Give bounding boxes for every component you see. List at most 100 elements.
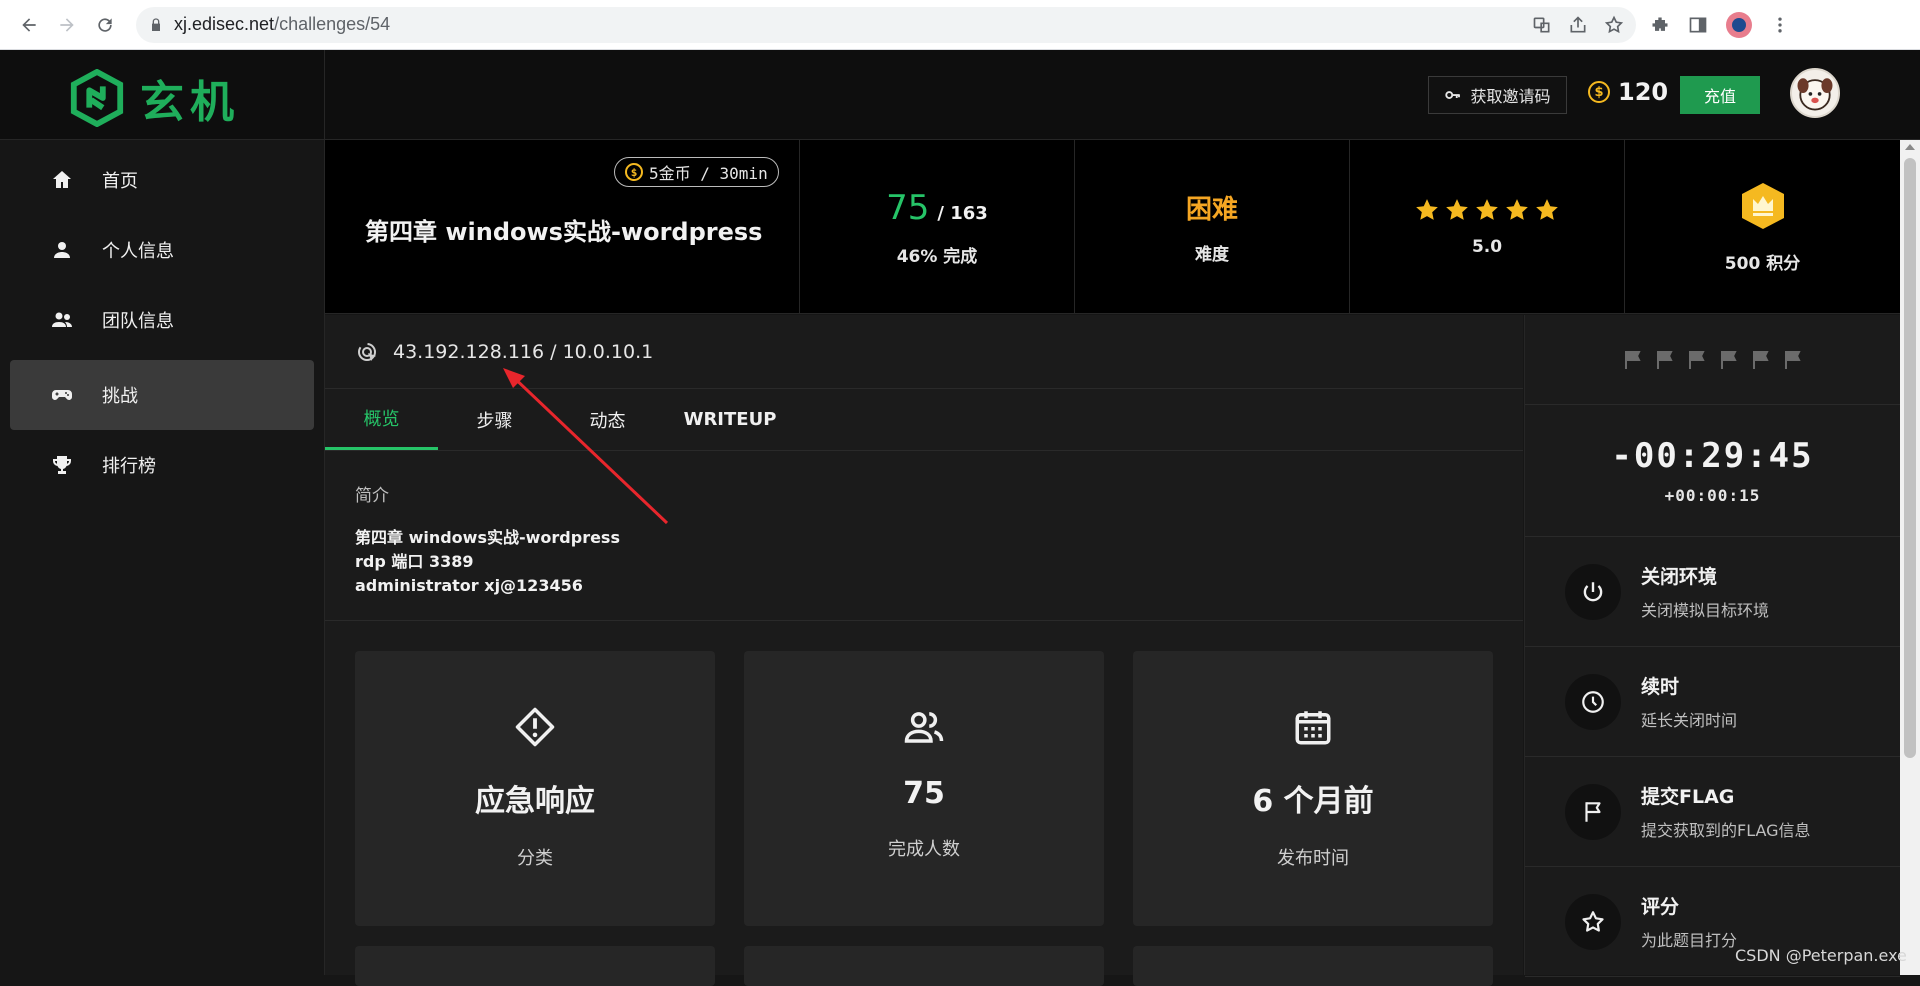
- rating-value: 5.0: [1471, 237, 1503, 257]
- difficulty-value: 困难: [1185, 195, 1238, 225]
- points-label: 500 积分: [1724, 253, 1801, 274]
- action-desc: 提交获取到的FLAG信息: [1641, 821, 1811, 840]
- extend-time-button[interactable]: [1565, 673, 1621, 730]
- sidebar-item-challenges[interactable]: 挑战: [10, 360, 314, 430]
- stat-cards: 应急响应 分类 75 完成人数 6 个月前 发布时间: [325, 621, 1523, 986]
- diamond-alert-icon: [515, 707, 555, 747]
- difficulty-cell: 困难 难度: [1075, 140, 1350, 314]
- group-icon: [52, 312, 72, 327]
- user-avatar[interactable]: [1790, 68, 1840, 118]
- coin-icon: $: [625, 163, 643, 181]
- intro-label: 简介: [355, 486, 389, 506]
- power-icon: [1583, 581, 1603, 601]
- sidebar-item-team[interactable]: 团队信息: [10, 285, 314, 355]
- calendar-icon: [1295, 711, 1331, 745]
- action-desc: 延长关闭时间: [1641, 711, 1738, 730]
- published-label: 发布时间: [1277, 848, 1349, 869]
- target-pointer-icon: [358, 342, 376, 361]
- intro-line: 第四章 windows实战-wordpress: [355, 528, 620, 547]
- trophy-icon: [52, 456, 72, 474]
- submit-flag-button[interactable]: [1565, 783, 1621, 840]
- solved-count: 75: [886, 187, 930, 228]
- power-button[interactable]: [1565, 563, 1621, 620]
- logo-text: 玄机: [140, 77, 240, 128]
- progress-cell: 75 / 163 46% 完成: [800, 140, 1075, 314]
- profile-avatar[interactable]: [1726, 11, 1752, 38]
- forward-button[interactable]: [52, 10, 82, 40]
- rating-cell: 5.0: [1350, 140, 1625, 314]
- action-title: 关闭环境: [1641, 566, 1718, 588]
- published-value: 6 个月前: [1252, 784, 1374, 819]
- star-icon: [1536, 199, 1558, 220]
- tab-activity[interactable]: 动态: [551, 389, 664, 450]
- star-icon: [1416, 199, 1438, 220]
- card-stub: [744, 946, 1104, 986]
- sidebar-item-label: 排行榜: [102, 456, 156, 477]
- cartoon-avatar-icon: [1797, 78, 1833, 111]
- target-ip[interactable]: 43.192.128.116 / 10.0.10.1: [393, 341, 653, 363]
- side-panel-icon[interactable]: [1688, 15, 1708, 35]
- action-title: 续时: [1641, 676, 1680, 698]
- arrow-right-icon: [60, 17, 74, 32]
- arrow-left-icon: [22, 17, 36, 32]
- timer-remaining: -00:29:45: [1611, 436, 1814, 476]
- target-ip-row: 43.192.128.116 / 10.0.10.1: [325, 315, 1523, 389]
- users-icon: [904, 712, 944, 743]
- challenge-summary: $ 5金币 / 30min 第四章 windows实战-wordpress 75…: [325, 140, 1900, 314]
- submit-flag-action[interactable]: 提交FLAG 提交获取到的FLAG信息: [1525, 757, 1900, 867]
- flag-icon: [1752, 350, 1769, 369]
- lock-icon: [152, 17, 160, 31]
- url-path: /challenges/54: [274, 14, 391, 34]
- menu-dots-icon[interactable]: [1770, 15, 1790, 35]
- flag-icon: [1624, 350, 1641, 369]
- extensions-icon[interactable]: [1650, 15, 1670, 35]
- star-outline-icon: [1582, 910, 1604, 932]
- category-card: 应急响应 分类: [355, 651, 715, 926]
- reload-icon: [98, 17, 112, 32]
- crown-badge-icon: [1741, 182, 1784, 229]
- close-environment-action[interactable]: 关闭环境 关闭模拟目标环境: [1525, 537, 1900, 647]
- address-bar[interactable]: xj.edisec.net/challenges/54: [136, 6, 1636, 43]
- share-icon[interactable]: [1568, 15, 1588, 35]
- recharge-button[interactable]: 充值: [1680, 76, 1760, 114]
- scroll-thumb[interactable]: [1904, 158, 1916, 758]
- url-text: xj.edisec.net/challenges/54: [174, 14, 390, 35]
- scroll-up-arrow[interactable]: [1905, 144, 1915, 150]
- sidebar-item-label: 个人信息: [102, 241, 174, 262]
- person-icon: [54, 242, 70, 258]
- points-cell: 500 积分: [1625, 140, 1900, 314]
- intro-line: administrator xj@123456: [355, 576, 583, 595]
- sidebar-item-leaderboard[interactable]: 排行榜: [10, 430, 314, 500]
- tab-steps[interactable]: 步骤: [438, 389, 551, 450]
- star-icon: [1506, 199, 1528, 220]
- coin-icon: $: [1588, 81, 1610, 103]
- cost-text: 5金币 / 30min: [649, 164, 768, 183]
- progress-label: 46% 完成: [896, 246, 978, 267]
- card-stub: [1133, 946, 1493, 986]
- logo-icon: [70, 69, 124, 127]
- page-scrollbar[interactable]: [1900, 140, 1920, 975]
- clock-icon: [1582, 690, 1604, 713]
- coin-balance: $ 120: [1588, 78, 1668, 106]
- sidebar-item-home[interactable]: 首页: [10, 145, 314, 215]
- reload-button[interactable]: [90, 10, 120, 40]
- tab-overview[interactable]: 概览: [325, 389, 438, 450]
- flag-icon: [1656, 350, 1673, 369]
- card-stub: [355, 946, 715, 986]
- star-icon: [1476, 199, 1498, 220]
- tab-writeup[interactable]: WRITEUP: [664, 389, 796, 450]
- extend-time-action[interactable]: 续时 延长关闭时间: [1525, 647, 1900, 757]
- tab-bar: 概览 步骤 动态 WRITEUP: [325, 389, 1523, 451]
- translate-icon[interactable]: [1532, 15, 1552, 35]
- invite-code-button[interactable]: 获取邀请码: [1428, 76, 1567, 114]
- back-button[interactable]: [14, 10, 44, 40]
- flag-progress: [1525, 315, 1900, 405]
- category-value: 应急响应: [475, 784, 595, 819]
- logo[interactable]: 玄机: [68, 66, 240, 130]
- challenge-title-cell: $ 5金币 / 30min 第四章 windows实战-wordpress: [325, 140, 800, 314]
- url-host: xj.edisec.net: [174, 14, 275, 34]
- bookmark-star-icon[interactable]: [1604, 15, 1624, 35]
- sidebar-item-profile[interactable]: 个人信息: [10, 215, 314, 285]
- sidebar-item-label: 首页: [102, 171, 138, 192]
- rate-button[interactable]: [1565, 893, 1621, 950]
